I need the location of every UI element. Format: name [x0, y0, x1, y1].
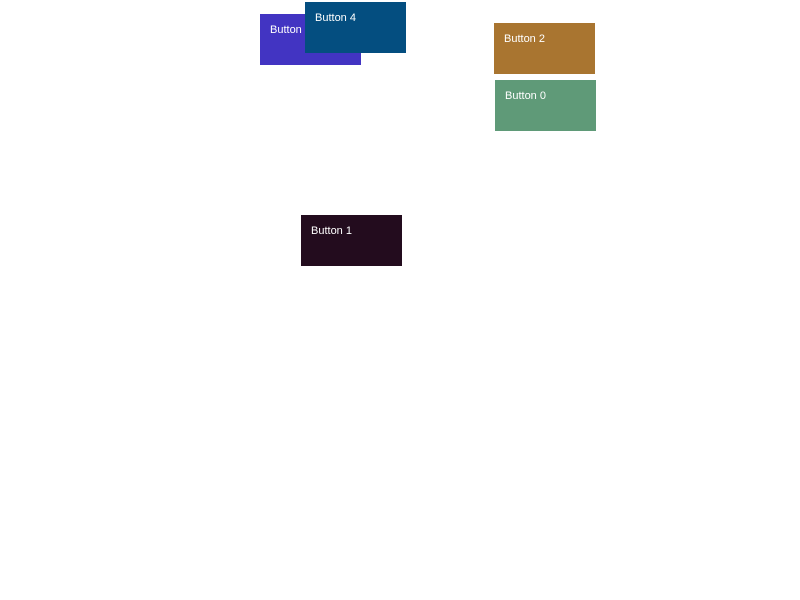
canvas: Button 3 Button 4 Button 2 Button 0 Butt…: [0, 0, 800, 600]
button-4[interactable]: Button 4: [305, 2, 406, 53]
button-1[interactable]: Button 1: [301, 215, 402, 266]
button-0[interactable]: Button 0: [495, 80, 596, 131]
button-2[interactable]: Button 2: [494, 23, 595, 74]
